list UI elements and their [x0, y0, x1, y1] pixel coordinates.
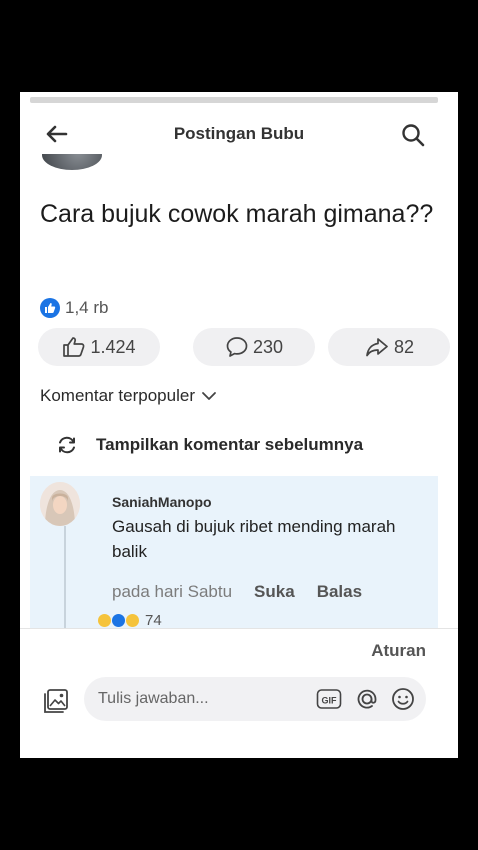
sad-reaction-icon [126, 614, 139, 627]
comment-like-button[interactable]: Suka [254, 582, 295, 602]
header: Postingan Bubu [20, 114, 458, 154]
comment-item: SaniahManopo Gausah di bujuk ribet mendi… [30, 476, 438, 628]
thumbs-up-icon [63, 337, 85, 357]
comment-reply-button[interactable]: Balas [317, 582, 362, 602]
refresh-icon [59, 436, 75, 454]
app-screen: Postingan Bubu Cara bujuk cowok marah gi… [20, 92, 458, 758]
author-avatar[interactable] [42, 154, 102, 170]
comment-bubble-icon [226, 337, 248, 357]
commenter-name[interactable]: SaniahManopo [112, 494, 212, 510]
reaction-summary[interactable]: 1,4 rb [40, 297, 108, 319]
post-author-row[interactable] [42, 154, 302, 174]
comment-reaction-count: 74 [145, 612, 162, 628]
post-action-row: 1.424 230 82 [38, 328, 450, 366]
share-count: 82 [393, 336, 415, 357]
like-reaction-icon [112, 614, 125, 627]
show-previous-comments[interactable]: Tampilkan komentar sebelumnya [56, 434, 363, 456]
comment-button[interactable]: 230 [193, 328, 315, 366]
comment-reactions[interactable]: 74 [98, 612, 162, 628]
chevron-down-icon [202, 392, 216, 400]
at-sign-icon [357, 689, 377, 709]
like-reaction-icon [40, 298, 60, 318]
comment-text: Gausah di bujuk ribet mending marah bali… [112, 517, 396, 561]
comment-meta: pada hari Sabtu Suka Balas [112, 582, 362, 602]
page-title: Postingan Bubu [173, 124, 305, 143]
like-button[interactable]: 1.424 [38, 328, 160, 366]
mention-button[interactable] [354, 686, 380, 712]
emoji-button[interactable] [390, 686, 416, 712]
post-text: Cara bujuk cowok marah gimana?? [40, 200, 434, 228]
image-gallery-icon [44, 689, 68, 713]
share-arrow-icon [366, 338, 388, 357]
reaction-count: 1,4 rb [65, 298, 109, 317]
svg-text:GIF: GIF [322, 696, 338, 706]
thread-line [64, 526, 66, 628]
comment-time: pada hari Sabtu [112, 582, 233, 601]
commenter-avatar[interactable] [40, 482, 80, 526]
share-button[interactable]: 82 [328, 328, 450, 366]
reply-composer: GIF [20, 676, 458, 728]
haha-reaction-icon [98, 614, 111, 627]
comment-count: 230 [252, 336, 284, 357]
gif-icon: GIF [316, 689, 342, 709]
like-count: 1.424 [90, 336, 136, 357]
comment-sort-label: Komentar terpopuler [40, 386, 195, 405]
smiley-icon [392, 688, 414, 710]
search-button[interactable] [400, 122, 426, 148]
status-bar-divider [30, 97, 438, 103]
gallery-button[interactable] [42, 687, 70, 715]
gif-button[interactable]: GIF [316, 688, 342, 710]
comment-sort-dropdown[interactable]: Komentar terpopuler [40, 386, 217, 406]
search-icon [402, 124, 425, 147]
show-previous-label: Tampilkan komentar sebelumnya [96, 435, 364, 454]
rules-link[interactable]: Aturan [371, 641, 426, 661]
